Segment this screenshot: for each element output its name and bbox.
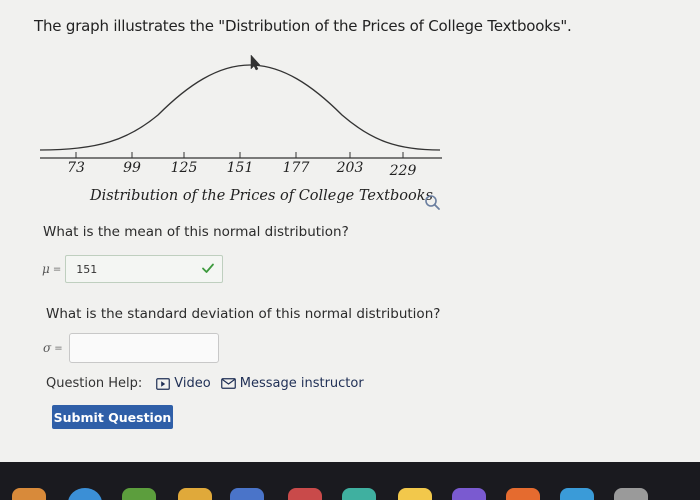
question-help: Question Help: Video Message instructor [46,376,374,391]
video-link[interactable]: Video [156,376,211,391]
message-instructor-link[interactable]: Message instructor [220,376,364,391]
dock-app-icon[interactable] [288,488,322,500]
question-page: The graph illustrates the "Distribution … [0,0,700,462]
dock-app-icon[interactable] [122,488,156,500]
dock-app-icon[interactable] [342,488,376,500]
axis-title: Distribution of the Prices of College Te… [90,188,433,204]
dock-app-icon[interactable] [178,488,212,500]
sigma-symbol: σ [43,341,52,355]
magnifying-glass-icon[interactable] [424,194,442,212]
tick-label: 151 [226,160,254,176]
mean-answer-row: μ = 151 [42,255,224,283]
submit-question-button[interactable]: Submit Question [52,405,173,429]
question-heading: The graph illustrates the "Distribution … [34,17,572,35]
os-dock [0,462,700,500]
question-help-label: Question Help: [46,376,143,391]
dock-app-icon[interactable] [614,488,648,500]
equals-sign: = [54,342,63,354]
video-icon [156,377,171,390]
checkmark-icon [202,263,215,273]
dock-app-icon[interactable] [68,488,102,500]
axis-ticks [75,152,404,158]
message-instructor-label: Message instructor [239,376,364,391]
dock-app-icon[interactable] [506,488,540,500]
mean-input-value: 151 [76,263,98,276]
video-link-label: Video [174,376,211,391]
equals-sign: = [52,263,62,275]
tick-label: 203 [336,160,364,176]
mu-symbol: μ [42,262,50,276]
std-dev-answer-row: σ = [43,333,219,363]
mean-input[interactable]: 151 [65,255,224,283]
tick-label: 99 [123,160,141,176]
normal-distribution-graph: 73 99 125 151 177 203 229 Distribution o… [38,45,448,215]
std-dev-input[interactable] [68,333,219,363]
tick-label: 177 [282,160,310,176]
tick-label: 125 [170,160,198,176]
cursor-pointer-icon [250,54,261,71]
normal-curve [39,64,441,151]
dock-app-icon[interactable] [398,488,432,500]
envelope-icon [220,378,236,389]
dock-app-icon[interactable] [560,488,594,500]
dock-app-icon[interactable] [230,488,264,500]
mean-question: What is the mean of this normal distribu… [43,224,349,240]
dock-app-icon[interactable] [12,488,46,500]
tick-label: 229 [389,163,417,179]
dock-app-icon[interactable] [452,488,486,500]
tick-label: 73 [67,160,85,176]
std-dev-question: What is the standard deviation of this n… [46,306,441,322]
